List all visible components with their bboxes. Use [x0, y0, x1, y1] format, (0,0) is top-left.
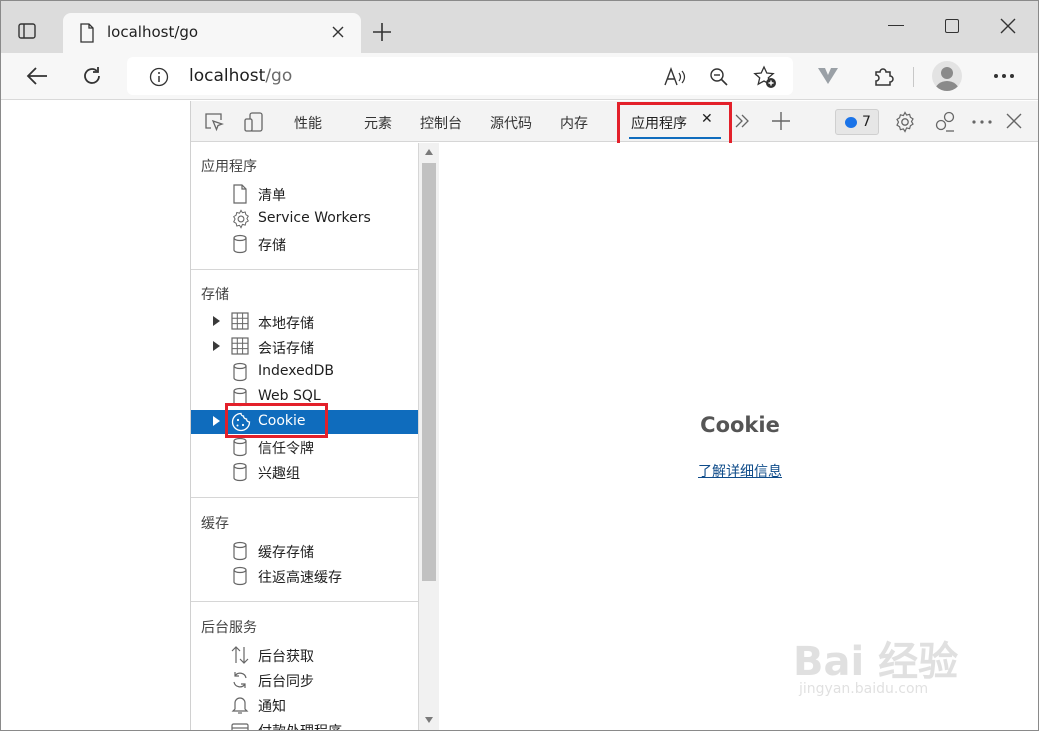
sidebar-item-notifications[interactable]: 通知 [191, 693, 418, 717]
sidebar-scrollbar[interactable] [419, 143, 439, 730]
pane-title: Cookie [700, 413, 780, 437]
tab-console[interactable]: 控制台 [420, 113, 462, 133]
sidebar-item-interest-groups[interactable]: 兴趣组 [191, 460, 418, 484]
learn-more-link[interactable]: 了解详细信息 [440, 461, 1038, 481]
document-icon [231, 184, 249, 204]
issues-icon [845, 117, 857, 128]
page-icon [79, 23, 95, 43]
close-tab-icon[interactable] [331, 25, 345, 39]
tab-title: localhost/go [107, 23, 199, 41]
more-menu-icon[interactable] [993, 73, 1015, 79]
database-icon [231, 462, 249, 482]
database-icon [231, 437, 249, 457]
browser-tab[interactable]: localhost/go [63, 13, 361, 53]
devtools-more-icon[interactable] [972, 120, 992, 124]
watermark-logo: Bai 经验 jingyan.baidu.com [793, 639, 959, 697]
sidebar-item-indexeddb[interactable]: IndexedDB [191, 360, 418, 384]
minimize-icon[interactable] [888, 25, 904, 26]
inspect-element-icon[interactable] [203, 111, 225, 133]
url-text[interactable]: localhost/go [189, 66, 292, 86]
close-devtools-icon[interactable] [1006, 113, 1022, 129]
grid-icon [231, 337, 249, 355]
sidebar-item-cache-storage[interactable]: 缓存存储 [191, 539, 418, 563]
settings-gear-icon[interactable] [894, 111, 916, 133]
site-info-icon[interactable] [149, 67, 169, 87]
tab-actions-icon[interactable] [17, 21, 39, 43]
tab-elements[interactable]: 元素 [364, 113, 392, 133]
browser-window: localhost/go localhost/go 性能 元素 控制台 源代码 … [0, 0, 1039, 731]
sidebar-item-trust-tokens[interactable]: 信任令牌 [191, 435, 418, 459]
back-arrow-icon[interactable] [25, 65, 49, 87]
section-divider [191, 497, 418, 498]
expand-arrow-icon[interactable] [213, 416, 220, 426]
device-emulation-icon[interactable] [243, 111, 265, 133]
devtools-toolbar: 性能 元素 控制台 源代码 内存 应用程序 ✕ 7 [191, 101, 1038, 142]
more-tabs-chevron-icon[interactable] [734, 112, 750, 130]
sync-icon [231, 670, 249, 690]
scroll-down-arrow-icon[interactable] [425, 717, 433, 723]
expand-arrow-icon[interactable] [213, 341, 220, 351]
maximize-icon[interactable] [945, 19, 959, 33]
expand-arrow-icon[interactable] [213, 316, 220, 326]
sidebar-item-service-workers[interactable]: Service Workers [191, 207, 418, 231]
sidebar-item-payment-handler[interactable]: 付款处理程序 [191, 718, 418, 730]
toolbar-divider [913, 67, 914, 87]
sidebar-item-background-fetch[interactable]: 后台获取 [191, 643, 418, 667]
scrollbar-thumb[interactable] [422, 163, 436, 581]
feedback-icon[interactable] [934, 111, 956, 133]
up-down-arrows-icon [231, 645, 249, 665]
section-title-background-services: 后台服务 [201, 620, 257, 636]
issues-count: 7 [862, 114, 871, 130]
section-divider [191, 601, 418, 602]
extension-v-icon[interactable] [817, 66, 839, 86]
window-close-icon[interactable] [999, 17, 1017, 35]
bell-icon [231, 695, 249, 715]
sidebar-item-manifest[interactable]: 清单 [191, 182, 418, 206]
scroll-up-arrow-icon[interactable] [425, 149, 433, 155]
browser-toolbar: localhost/go [1, 53, 1038, 100]
sidebar-item-background-sync[interactable]: 后台同步 [191, 668, 418, 692]
database-icon [231, 541, 249, 561]
database-icon [231, 362, 249, 382]
database-icon [231, 234, 249, 254]
address-bar[interactable]: localhost/go [127, 57, 793, 95]
add-favorite-icon[interactable] [753, 65, 777, 89]
tab-memory[interactable]: 内存 [560, 113, 588, 133]
section-title-application: 应用程序 [201, 159, 257, 175]
new-tab-icon[interactable] [371, 21, 393, 43]
profile-avatar[interactable] [932, 61, 962, 91]
refresh-icon[interactable] [81, 65, 103, 87]
database-icon [231, 566, 249, 586]
section-divider [191, 269, 418, 270]
tab-performance[interactable]: 性能 [294, 113, 322, 133]
extensions-puzzle-icon[interactable] [872, 65, 894, 87]
gear-icon [231, 209, 251, 229]
tab-strip: localhost/go [1, 1, 1038, 53]
tab-sources[interactable]: 源代码 [490, 113, 532, 133]
sidebar-item-local-storage[interactable]: 本地存储 [191, 310, 418, 334]
sidebar-item-storage[interactable]: 存储 [191, 232, 418, 256]
section-title-cache: 缓存 [201, 516, 229, 532]
grid-icon [231, 312, 249, 330]
highlight-box-tab [617, 102, 732, 147]
read-aloud-icon[interactable] [663, 67, 687, 87]
zoom-out-icon[interactable] [709, 67, 729, 87]
sidebar-item-back-forward-cache[interactable]: 往返高速缓存 [191, 564, 418, 588]
section-title-storage: 存储 [201, 287, 229, 303]
sidebar-item-session-storage[interactable]: 会话存储 [191, 335, 418, 359]
card-icon [231, 720, 249, 730]
web-page-viewport [1, 101, 190, 730]
issues-badge[interactable]: 7 [835, 109, 879, 135]
add-tab-icon[interactable] [771, 111, 791, 131]
highlight-box-cookie [225, 403, 328, 438]
